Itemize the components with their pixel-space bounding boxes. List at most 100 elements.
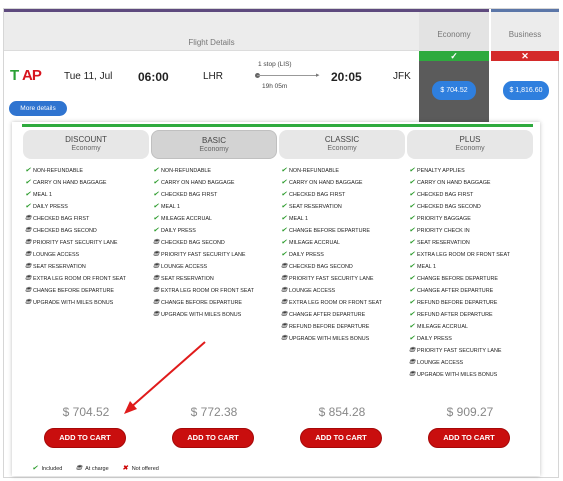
feature-item: ⛃ EXTRA LEG ROOM OR FRONT SEAT bbox=[281, 297, 406, 309]
fare-card-classic: CLASSIC Economy ✔ NON-REFUNDABLE ✔ CARRY ON… bbox=[279, 130, 406, 448]
check-icon: ✔ bbox=[409, 299, 415, 306]
route-arrow-icon: ▸ bbox=[316, 72, 320, 79]
feature-label: CHECKED BAG SECOND bbox=[289, 264, 353, 270]
charge-icon: ⛃ bbox=[25, 299, 31, 306]
charge-icon: ⛃ bbox=[25, 287, 31, 294]
more-details-button[interactable]: More details bbox=[9, 101, 67, 116]
feature-label: UPGRADE WITH MILES BONUS bbox=[417, 372, 498, 378]
feature-label: PRIORITY FAST SECURITY LANE bbox=[289, 276, 374, 282]
feature-item: ✔ MEAL 1 bbox=[153, 201, 278, 213]
charge-icon: ⛃ bbox=[409, 371, 415, 378]
legend-included: ✔ Included bbox=[32, 465, 63, 472]
charge-icon: ⛃ bbox=[281, 275, 287, 282]
feature-item: ⛃ PRIORITY FAST SECURITY LANE bbox=[409, 345, 534, 357]
business-price-button[interactable]: $ 1,816.60 bbox=[503, 81, 549, 100]
feature-list: ✔ PENALTY APPLIES ✔ CARRY ON HAND BAGGAGE ✔ C… bbox=[407, 165, 534, 381]
fare-header[interactable]: BASIC Economy bbox=[151, 130, 277, 159]
feature-item: ✔ NON-REFUNDABLE bbox=[153, 165, 278, 177]
charge-icon: ⛃ bbox=[281, 335, 287, 342]
feature-label: DAILY PRESS bbox=[161, 228, 196, 234]
feature-label: NON-REFUNDABLE bbox=[33, 168, 84, 174]
feature-item: ⛃ LOUNGE ACCESS bbox=[409, 357, 534, 369]
feature-item: ✔ MILEAGE ACCRUAL bbox=[281, 237, 406, 249]
feature-label: MILEAGE ACCRUAL bbox=[161, 216, 212, 222]
fare-price: $ 854.28 bbox=[318, 405, 366, 419]
check-icon: ✔ bbox=[281, 251, 287, 258]
feature-label: CARRY ON HAND BAGGAGE bbox=[289, 180, 363, 186]
feature-list: ✔ NON-REFUNDABLE ✔ CARRY ON HAND BAGGAGE ✔ CH… bbox=[151, 165, 278, 321]
feature-item: ✔ DAILY PRESS bbox=[281, 249, 406, 261]
feature-label: MEAL 1 bbox=[417, 264, 436, 270]
feature-label: LOUNGE ACCESS bbox=[417, 360, 464, 366]
arrival-time: 20:05 bbox=[331, 70, 362, 84]
add-to-cart-button[interactable]: ADD TO CART bbox=[428, 428, 510, 448]
add-to-cart-button[interactable]: ADD TO CART bbox=[300, 428, 382, 448]
feature-item: ⛃ SEAT RESERVATION bbox=[153, 273, 278, 285]
check-icon: ✔ bbox=[153, 227, 159, 234]
flight-details-header: Flight Details bbox=[4, 12, 419, 51]
add-to-cart-button[interactable]: ADD TO CART bbox=[44, 428, 126, 448]
feature-item: ✔ MEAL 1 bbox=[281, 213, 406, 225]
flight-details-label: Flight Details bbox=[188, 38, 235, 47]
charge-icon: ⛃ bbox=[281, 263, 287, 270]
feature-item: ⛃ UPGRADE WITH MILES BONUS bbox=[409, 369, 534, 381]
fare-options-panel: DISCOUNT Economy ✔ NON-REFUNDABLE ✔ CARRY O… bbox=[12, 122, 540, 476]
fare-name: PLUS bbox=[459, 135, 481, 144]
charge-icon: ⛃ bbox=[281, 311, 287, 318]
fare-header[interactable]: DISCOUNT Economy bbox=[23, 130, 149, 159]
check-icon: ✔ bbox=[409, 239, 415, 246]
feature-item: ✔ SEAT RESERVATION bbox=[281, 201, 406, 213]
departure-time: 06:00 bbox=[138, 70, 169, 84]
charge-icon: ⛃ bbox=[409, 347, 415, 354]
flight-date: Tue 11, Jul bbox=[64, 71, 113, 82]
fare-header[interactable]: CLASSIC Economy bbox=[279, 130, 405, 159]
feature-item: ⛃ UPGRADE WITH MILES BONUS bbox=[153, 309, 278, 321]
charge-icon: ⛃ bbox=[153, 275, 159, 282]
check-icon: ✔ bbox=[153, 215, 159, 222]
fare-class: Economy bbox=[199, 146, 229, 153]
check-icon: ✔ bbox=[409, 227, 415, 234]
feature-label: MEAL 1 bbox=[289, 216, 308, 222]
economy-price-button[interactable]: $ 704.52 bbox=[432, 81, 476, 100]
feature-label: UPGRADE WITH MILES BONUS bbox=[289, 336, 370, 342]
feature-item: ⛃ LOUNGE ACCESS bbox=[153, 261, 278, 273]
feature-label: DAILY PRESS bbox=[417, 336, 452, 342]
flight-row: T AP Tue 11, Jul 06:00 LHR 1 stop (LIS) ▸… bbox=[4, 51, 419, 126]
feature-label: CHECKED BAG SECOND bbox=[417, 204, 481, 210]
feature-label: CHANGE BEFORE DEPARTURE bbox=[161, 300, 242, 306]
feature-item: ⛃ CHECKED BAG SECOND bbox=[153, 237, 278, 249]
charge-icon: ⛃ bbox=[75, 465, 82, 472]
check-icon: ✔ bbox=[409, 167, 415, 174]
feature-label: LOUNGE ACCESS bbox=[289, 288, 336, 294]
feature-item: ✔ EXTRA LEG ROOM OR FRONT SEAT bbox=[409, 249, 534, 261]
cross-icon: ✖ bbox=[122, 465, 129, 472]
charge-icon: ⛃ bbox=[25, 227, 31, 234]
charge-icon: ⛃ bbox=[153, 251, 159, 258]
feature-item: ⛃ SEAT RESERVATION bbox=[25, 261, 150, 273]
charge-icon: ⛃ bbox=[25, 215, 31, 222]
feature-item: ✔ CHECKED BAG FIRST bbox=[409, 189, 534, 201]
check-icon: ✔ bbox=[281, 227, 287, 234]
fare-class: Economy bbox=[71, 145, 101, 152]
charge-icon: ⛃ bbox=[25, 263, 31, 270]
feature-label: CHECKED BAG FIRST bbox=[417, 192, 474, 198]
feature-label: PRIORITY FAST SECURITY LANE bbox=[161, 252, 246, 258]
feature-item: ⛃ CHECKED BAG FIRST bbox=[25, 213, 150, 225]
add-to-cart-button[interactable]: ADD TO CART bbox=[172, 428, 254, 448]
feature-item: ✔ REFUND BEFORE DEPARTURE bbox=[409, 297, 534, 309]
feature-label: SEAT RESERVATION bbox=[161, 276, 214, 282]
feature-label: PRIORITY CHECK IN bbox=[417, 228, 470, 234]
check-icon: ✔ bbox=[281, 179, 287, 186]
fare-header[interactable]: PLUS Economy bbox=[407, 130, 533, 159]
fare-name: CLASSIC bbox=[324, 135, 360, 144]
feature-item: ✔ CARRY ON HAND BAGGAGE bbox=[25, 177, 150, 189]
feature-item: ⛃ CHECKED BAG SECOND bbox=[281, 261, 406, 273]
legend: ✔ Included ⛃ At charge ✖ Not offered bbox=[32, 464, 171, 472]
feature-item: ⛃ PRIORITY FAST SECURITY LANE bbox=[25, 237, 150, 249]
feature-item: ✔ CARRY ON HAND BAGGAGE bbox=[409, 177, 534, 189]
departure-airport: LHR bbox=[203, 71, 224, 82]
feature-label: MEAL 1 bbox=[161, 204, 180, 210]
economy-column-header[interactable]: Economy bbox=[419, 9, 489, 51]
feature-item: ✔ MILEAGE ACCRUAL bbox=[409, 321, 534, 333]
business-column-header[interactable]: Business bbox=[491, 9, 559, 51]
